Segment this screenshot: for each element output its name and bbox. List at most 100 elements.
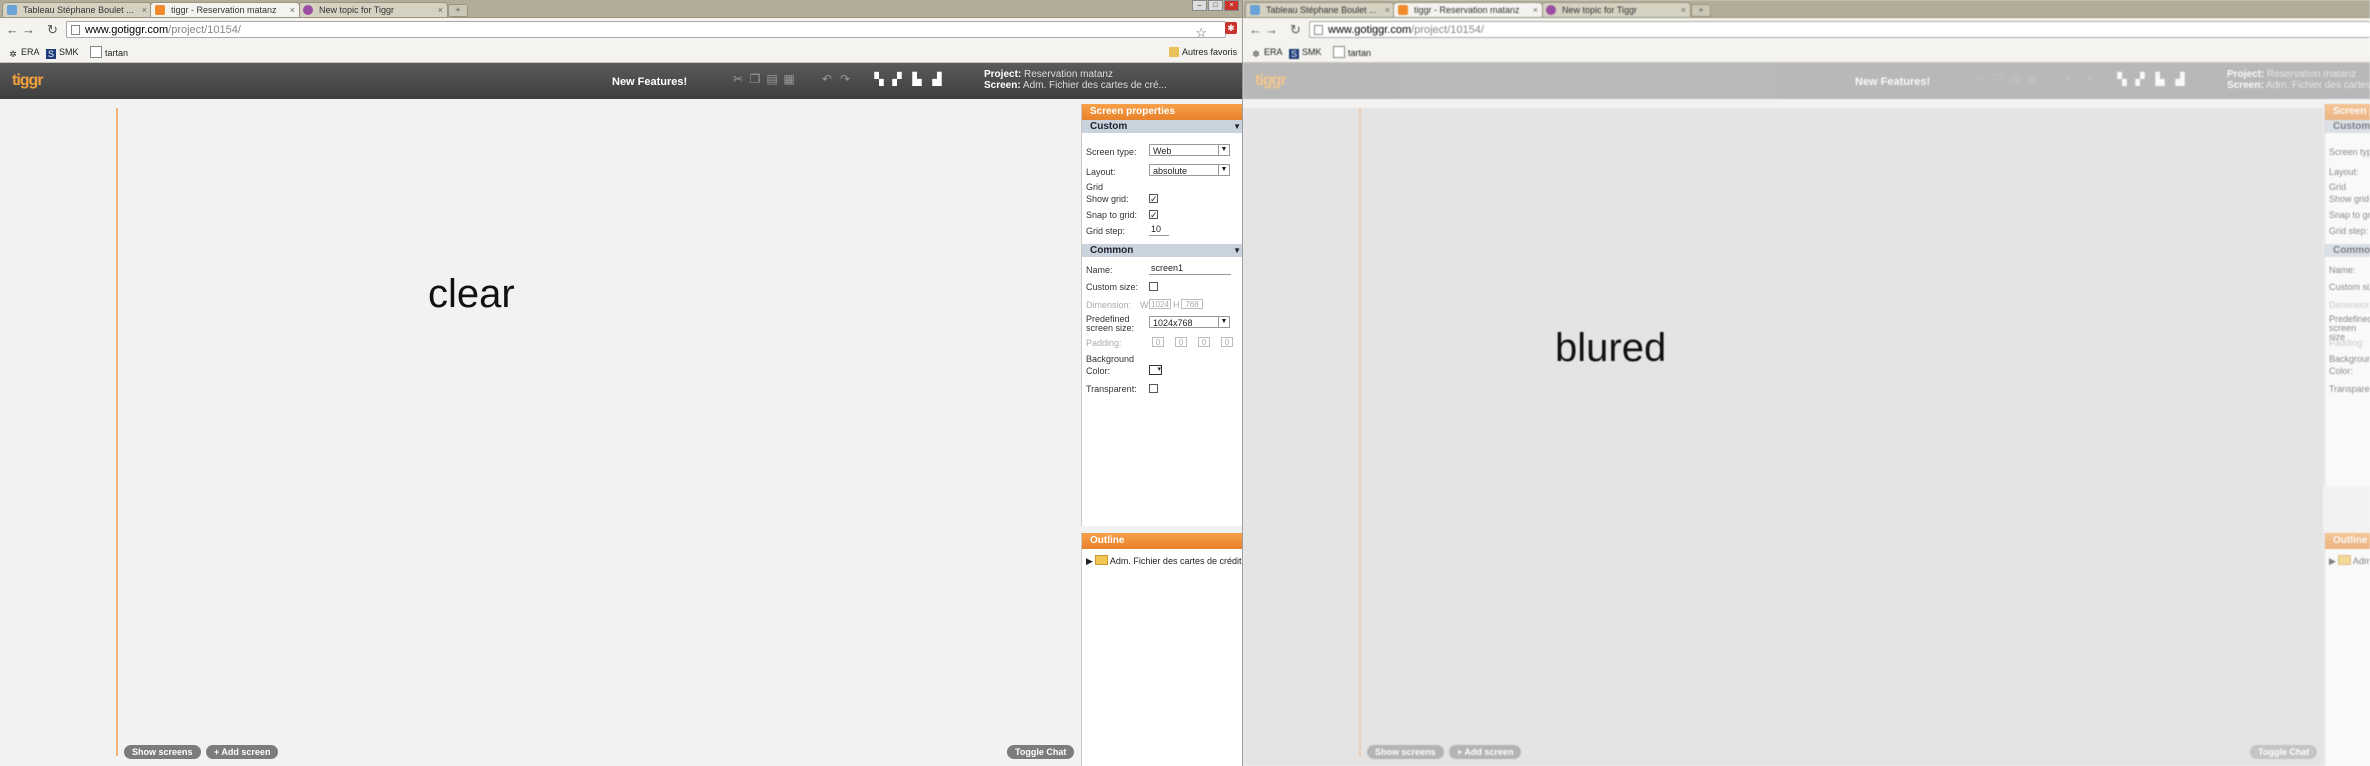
canvas-area[interactable] [0, 108, 1080, 766]
url-field[interactable]: www.gotiggr.com/project/10154/ ☆ [66, 21, 1226, 41]
new-tab-button[interactable]: + [1691, 4, 1711, 17]
delete-icon[interactable]: ▦ [782, 72, 796, 86]
copy-icon[interactable]: ❐ [748, 72, 762, 86]
send-backward-icon[interactable]: ▟ [930, 72, 944, 86]
section-common[interactable]: Common ▼ [1082, 244, 1243, 257]
folder-icon [1168, 47, 1179, 57]
screen-type-select[interactable]: Web ▼ [1149, 144, 1230, 156]
redo-icon[interactable]: ↷ [838, 72, 852, 86]
close-icon[interactable]: × [1681, 3, 1686, 17]
close-icon[interactable]: × [290, 3, 295, 17]
tiggr-logo[interactable]: tiggr [1255, 72, 1287, 90]
toggle-chat-button[interactable]: Toggle Chat [1007, 745, 1075, 759]
close-icon[interactable]: × [1385, 3, 1390, 17]
bring-forward-icon[interactable]: ▙ [2153, 72, 2167, 86]
cut-icon[interactable]: ✂ [731, 72, 745, 86]
collapse-icon[interactable]: ▼ [1233, 120, 1241, 133]
section-custom[interactable]: Custom [2325, 120, 2370, 133]
add-screen-button[interactable]: + Add screen [206, 745, 279, 759]
outline-item[interactable]: ▶ Adm. Fichier des cartes de crédit [1086, 555, 1241, 567]
tab-label: New topic for Tiggr [319, 5, 395, 15]
send-back-icon[interactable]: ▞ [890, 72, 904, 86]
back-arrow-icon[interactable]: ← [6, 22, 19, 37]
copy-icon[interactable]: ❐ [1991, 72, 2005, 86]
other-bookmarks[interactable]: Autres favoris [1168, 46, 1237, 58]
tab-tableau[interactable]: Tableau Stéphane Boulet ... × [1245, 2, 1395, 17]
maximize-icon[interactable]: □ [1208, 0, 1223, 11]
show-screens-button[interactable]: Show screens [1367, 745, 1444, 759]
toggle-chat-button[interactable]: Toggle Chat [2250, 745, 2318, 759]
tab-tableau[interactable]: Tableau Stéphane Boulet ... × [2, 2, 152, 17]
forward-arrow-icon[interactable]: → [1265, 22, 1278, 37]
outline-item[interactable]: ▶Adm. [2329, 555, 2370, 567]
color-picker[interactable]: ▾ [1149, 365, 1162, 375]
reload-icon[interactable]: ↻ [1290, 22, 1301, 38]
url-path: /project/10154/ [168, 24, 241, 36]
reload-icon[interactable]: ↻ [47, 22, 58, 38]
screen-type-label: Screen type [2329, 147, 2370, 157]
canvas-edge [116, 108, 118, 756]
star-icon[interactable]: ☆ [1195, 24, 1207, 41]
bookmark-tartan[interactable]: tartan [1333, 46, 1371, 59]
bring-forward-icon[interactable]: ▙ [910, 72, 924, 86]
grid-step-input[interactable]: 10 [1149, 224, 1169, 236]
undo-icon[interactable]: ↶ [820, 72, 834, 86]
tab-tiggr[interactable]: tiggr - Reservation matanz × [1393, 2, 1543, 17]
url-field[interactable]: www.gotiggr.com/project/10154/ [1309, 21, 2370, 38]
width-input[interactable]: 1024 [1149, 299, 1171, 309]
padding-left-input[interactable]: 0 [1221, 337, 1233, 347]
tab-new-topic[interactable]: New topic for Tiggr × [1541, 2, 1691, 17]
collapse-icon[interactable]: ▼ [1233, 244, 1241, 257]
transparent-checkbox[interactable] [1149, 384, 1158, 393]
delete-icon[interactable]: ▦ [2025, 72, 2039, 86]
minimize-icon[interactable]: – [1192, 0, 1207, 11]
height-input[interactable]: 768 [1181, 299, 1203, 309]
outline-panel: Outline ▶Adm. [2324, 533, 2370, 766]
bookmark-smk[interactable]: S SMK [46, 46, 79, 59]
tab-new-topic[interactable]: New topic for Tiggr × [298, 2, 448, 17]
section-common[interactable]: Commo [2325, 244, 2370, 257]
layout-select[interactable]: absolute ▼ [1149, 164, 1230, 176]
clear-browser-window: Tableau Stéphane Boulet ... × tiggr - Re… [0, 0, 1243, 766]
close-icon[interactable]: × [438, 3, 443, 17]
send-back-icon[interactable]: ▞ [2133, 72, 2147, 86]
close-window-icon[interactable]: × [1224, 0, 1239, 11]
show-grid-checkbox[interactable]: ✓ [1149, 194, 1158, 204]
bookmark-smk[interactable]: S SMK [1289, 46, 1322, 59]
bookmark-era[interactable]: ✲ ERA [8, 46, 39, 59]
canvas-area[interactable] [1243, 108, 2323, 766]
send-backward-icon[interactable]: ▟ [2173, 72, 2187, 86]
bring-front-icon[interactable]: ▚ [872, 72, 886, 86]
close-icon[interactable]: × [1533, 3, 1538, 17]
canvas-edge [1359, 108, 1361, 756]
predefined-size-select[interactable]: 1024x768 ▼ [1149, 316, 1230, 328]
padding-top-input[interactable]: 0 [1152, 337, 1164, 347]
bookmark-tartan[interactable]: tartan [90, 46, 128, 59]
tab-label: Tableau Stéphane Boulet ... [1266, 5, 1377, 15]
snap-grid-checkbox[interactable]: ✓ [1149, 210, 1158, 220]
padding-bottom-input[interactable]: 0 [1198, 337, 1210, 347]
custom-size-checkbox[interactable] [1149, 282, 1158, 291]
paste-icon[interactable]: ▤ [765, 72, 779, 86]
show-screens-button[interactable]: Show screens [124, 745, 201, 759]
bring-front-icon[interactable]: ▚ [2115, 72, 2129, 86]
close-icon[interactable]: × [142, 3, 147, 17]
forward-arrow-icon[interactable]: → [22, 22, 35, 37]
name-input[interactable]: screen1 [1149, 263, 1231, 275]
redo-icon[interactable]: ↷ [2081, 72, 2095, 86]
bookmark-era[interactable]: ✲ ERA [1251, 46, 1282, 59]
back-arrow-icon[interactable]: ← [1249, 22, 1262, 37]
width-label: W [1140, 300, 1149, 310]
wrench-icon[interactable]: ✱ [1225, 22, 1237, 34]
tiggr-logo[interactable]: tiggr [12, 72, 44, 90]
tab-tiggr[interactable]: tiggr - Reservation matanz × [150, 2, 300, 17]
new-features-link[interactable]: New Features! [612, 76, 687, 88]
undo-icon[interactable]: ↶ [2063, 72, 2077, 86]
padding-right-input[interactable]: 0 [1175, 337, 1187, 347]
section-custom[interactable]: Custom ▼ [1082, 120, 1243, 133]
add-screen-button[interactable]: + Add screen [1449, 745, 1522, 759]
cut-icon[interactable]: ✂ [1974, 72, 1988, 86]
new-features-link[interactable]: New Features! [1855, 76, 1930, 88]
new-tab-button[interactable]: + [448, 4, 468, 17]
paste-icon[interactable]: ▤ [2008, 72, 2022, 86]
